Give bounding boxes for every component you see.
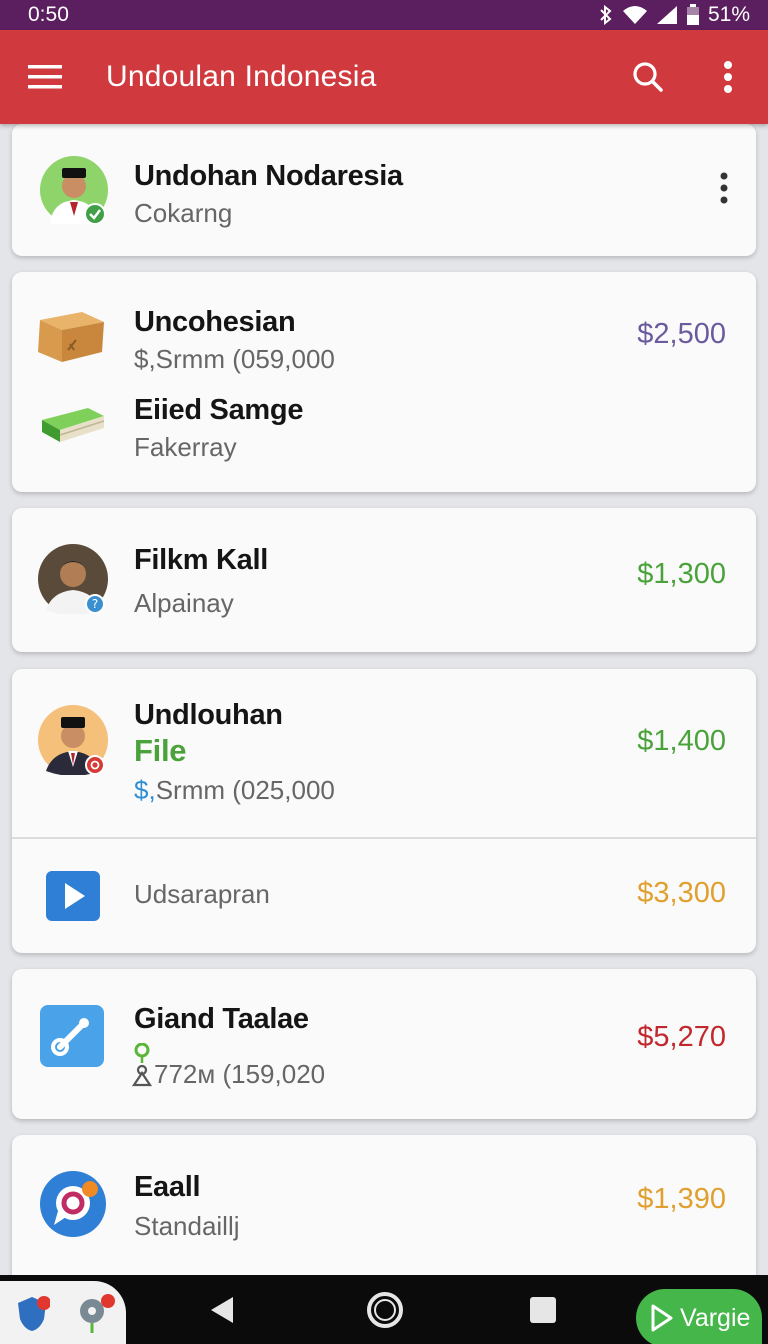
recents-button[interactable] [503, 1275, 583, 1344]
item-subtitle: $,Srmm (025,000 [134, 775, 335, 805]
battery-icon [686, 4, 700, 26]
list-card[interactable]: Undohan Nodaresia Cokarng [12, 124, 756, 256]
person-avatar-green [40, 156, 108, 224]
item-amount: $1,300 [637, 558, 726, 590]
home-circle-icon [367, 1291, 403, 1328]
back-triangle-icon [211, 1296, 233, 1323]
green-book-icon [38, 400, 108, 446]
settings-gear-icon[interactable] [76, 1293, 116, 1342]
more-vert-icon [720, 172, 728, 204]
floating-shortcuts [0, 1281, 126, 1344]
package-box-icon [32, 306, 108, 366]
search-icon [633, 62, 663, 92]
item-subtitle: Standaillj [134, 1211, 240, 1241]
item-title: Undlouhan [134, 699, 283, 731]
list-item[interactable]: Undlouhan File $,Srmm (025,000 $1,400 [12, 669, 756, 837]
app-title: Undoulan Indonesia [106, 60, 377, 93]
item-more-button[interactable] [720, 172, 728, 211]
back-button[interactable] [182, 1275, 262, 1344]
item-title: Giand Taalae [134, 1003, 309, 1035]
recents-square-icon [530, 1296, 556, 1323]
shield-icon[interactable] [14, 1295, 51, 1338]
app-bar: Undoulan Indonesia [0, 30, 768, 124]
status-time: 0:50 [28, 3, 69, 26]
item-title: Undohan Nodaresia [134, 160, 403, 192]
item-title: Eiied Samge [134, 394, 304, 426]
person-avatar-orange [38, 705, 108, 775]
search-button[interactable] [608, 30, 688, 124]
location-pin-icon [130, 1042, 154, 1092]
item-amount: $2,500 [637, 318, 726, 350]
item-subtitle: Fakerray [134, 432, 237, 462]
item-subtitle: Cokarng [134, 198, 233, 228]
play-icon [46, 871, 100, 921]
action-button-label: Vargie [680, 1303, 751, 1332]
hamburger-icon [28, 65, 62, 89]
play-arrow-icon [651, 1304, 673, 1332]
list-card[interactable]: ? Filkm Kall Alpainay $1,300 [12, 508, 756, 652]
navigation-bar: Vargie [0, 1275, 768, 1344]
item-title: Uncohesian [134, 306, 296, 338]
item-subtitle: $,Srmm (059,000 [134, 344, 335, 374]
bluetooth-icon [598, 5, 614, 25]
item-subtitle: Udsarapran [134, 879, 270, 909]
wifi-icon [622, 5, 648, 25]
list-item[interactable]: Udsarapran $3,300 [12, 839, 756, 953]
svg-text:?: ? [92, 597, 98, 611]
item-subtitle: Alpainay [134, 588, 234, 618]
signal-icon [656, 5, 678, 25]
list-card[interactable]: Uncohesian $,Srmm (059,000 $2,500 Eiied … [12, 272, 756, 492]
item-subtitle: 772м (159,020 [154, 1059, 326, 1089]
item-title: Filkm Kall [134, 544, 268, 576]
menu-button[interactable] [0, 30, 90, 124]
status-bar: 0:50 51% [0, 0, 768, 30]
list-card[interactable]: Undlouhan File $,Srmm (025,000 $1,400 Ud… [12, 669, 756, 953]
person-avatar: ? [38, 544, 108, 614]
home-button[interactable] [345, 1275, 425, 1344]
action-button[interactable]: Vargie [636, 1289, 762, 1344]
chat-bubble-icon [40, 1171, 106, 1237]
list-card[interactable]: Giand Taalae 772м (159,020 $5,270 [12, 969, 756, 1119]
battery-level: 51% [707, 3, 750, 26]
wrench-icon [40, 1005, 104, 1067]
item-title: Eaall [134, 1171, 201, 1203]
list-card[interactable]: Eaall Standaillj $1,390 [12, 1135, 756, 1285]
item-amount: $5,270 [637, 1021, 726, 1053]
overflow-menu-button[interactable] [688, 30, 768, 124]
status-icons: 51% [598, 3, 750, 27]
item-amount: $1,390 [637, 1183, 726, 1215]
item-amount: $1,400 [637, 725, 726, 757]
more-vert-icon [724, 61, 732, 93]
item-amount: $3,300 [637, 877, 726, 909]
item-title-tag: File [134, 733, 187, 768]
